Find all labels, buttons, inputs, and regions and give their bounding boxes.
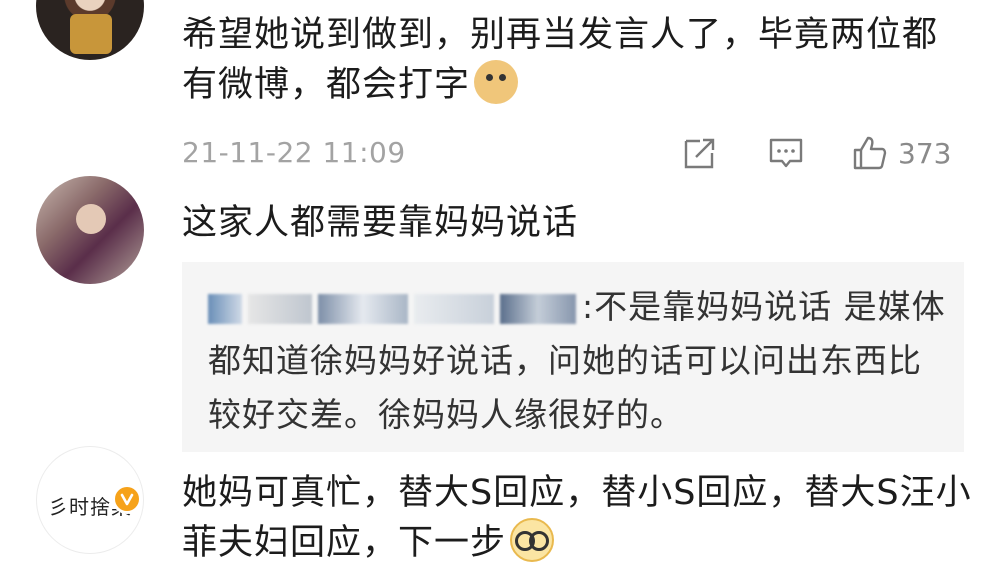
redacted-username	[248, 293, 312, 324]
redacted-username	[318, 293, 408, 324]
comment-icon	[769, 138, 803, 168]
comment-text: 这家人都需要靠妈妈说话	[182, 203, 579, 243]
comment-meta: 21-11-22 11:09 373	[182, 132, 972, 176]
comment-text: 她妈可真忙，替大S回应，替小S回应，替大S汪小菲夫妇回应，下一步	[182, 468, 972, 568]
thumbs-up-icon	[853, 136, 887, 170]
redacted-username	[414, 293, 494, 324]
comment-text: 希望她说到做到，别再当发言人了，毕竟两位都有微博，都会打字	[182, 10, 972, 110]
verified-badge-icon	[112, 484, 142, 514]
redacted-username	[500, 293, 576, 324]
reply-quote[interactable]: :不是靠妈妈说话 是媒体都知道徐妈妈好说话，问她的话可以问出东西比较好交差。徐妈…	[182, 262, 964, 452]
glasses-emoji-icon	[510, 518, 555, 562]
like-count: 373	[898, 136, 952, 170]
reply-text: :不是靠妈妈说话 是媒体都知道徐妈妈好说话，问她的话可以问出东西比较好交差。徐妈…	[208, 280, 948, 442]
share-button[interactable]	[682, 134, 718, 172]
redacted-username	[208, 293, 242, 324]
timestamp: 21-11-22 11:09	[182, 136, 406, 169]
comment-button[interactable]	[768, 134, 804, 172]
reply-separator: :	[582, 287, 595, 326]
avatar[interactable]	[36, 176, 144, 284]
avatar[interactable]	[36, 0, 144, 60]
comment-body: 她妈可真忙，替大S回应，替小S回应，替大S汪小菲夫妇回应，下一步	[182, 473, 972, 563]
like-button[interactable]: 373	[852, 134, 951, 172]
comment-body: 希望她说到做到，别再当发言人了，毕竟两位都有微博，都会打字	[182, 15, 939, 105]
share-icon	[684, 138, 715, 169]
doge-emoji-icon	[474, 60, 519, 104]
